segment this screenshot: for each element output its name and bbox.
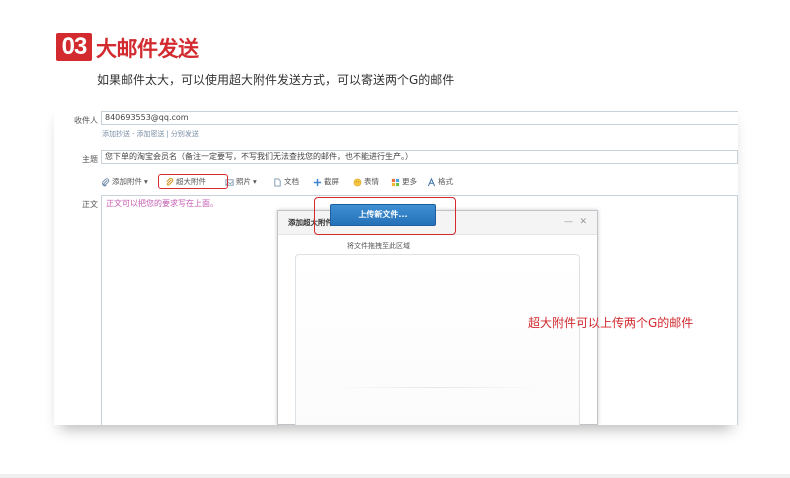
more-grid-icon	[391, 178, 400, 186]
step-number-badge: 03	[56, 33, 92, 61]
document-button[interactable]: 文档	[273, 175, 299, 189]
step-subtitle: 如果邮件太大，可以使用超大附件发送方式，可以寄送两个G的邮件	[97, 73, 455, 87]
upload-new-file-button[interactable]: 上传新文件...	[330, 204, 436, 226]
annotation-note: 超大附件可以上传两个G的邮件	[528, 316, 694, 330]
add-cc-link[interactable]: 添加抄送	[102, 130, 130, 138]
minimize-icon[interactable]: —	[564, 217, 573, 227]
attach-dropdown-caret[interactable]: ▾	[144, 175, 148, 189]
recipient-links: 添加抄送 - 添加密送 | 分别发送	[102, 130, 201, 139]
recipient-input[interactable]: 840693553@qq.com	[101, 111, 738, 125]
drop-hint-text: 将文件拖拽至此区域	[347, 242, 410, 250]
step-title: 大邮件发送	[96, 37, 199, 61]
photo-button[interactable]: 照片 ▾	[225, 175, 257, 189]
link-separator: -	[132, 130, 135, 138]
subject-input[interactable]: 您下单的淘宝会员名（备注一定要写，不写我们无法查找您的邮件，也不能进行生产。）	[101, 150, 738, 164]
document-icon	[274, 177, 281, 187]
attach-button[interactable]: 添加附件 ▾	[101, 175, 148, 189]
recipient-label: 收件人	[74, 116, 98, 125]
screenshot-button[interactable]: 截屏	[313, 175, 339, 189]
subject-label: 主题	[82, 155, 98, 164]
emoji-button[interactable]: 表情	[353, 175, 379, 189]
format-button[interactable]: 格式	[427, 175, 453, 189]
emoji-icon	[353, 178, 362, 186]
format-text-icon	[427, 177, 436, 186]
body-text: 正文可以把您的要求写在上面。	[106, 199, 218, 208]
body-label: 正文	[82, 200, 98, 209]
email-compose-screenshot: 收件人 840693553@qq.com 添加抄送 - 添加密送 | 分别发送 主题 您…	[54, 103, 738, 425]
screenshot-icon	[313, 178, 322, 186]
separate-send-link[interactable]: 分别发送	[171, 130, 199, 138]
bottom-divider	[0, 474, 790, 478]
dropzone-divider	[336, 387, 539, 388]
big-attachment-highlight	[158, 174, 228, 189]
more-button[interactable]: 更多	[391, 175, 417, 189]
file-drop-zone[interactable]	[295, 254, 580, 425]
add-bcc-link[interactable]: 添加密送	[137, 130, 165, 138]
close-icon[interactable]: ✕	[579, 217, 587, 227]
paperclip-icon	[102, 177, 110, 186]
photo-dropdown-caret[interactable]: ▾	[253, 175, 257, 189]
link-separator: |	[166, 130, 169, 138]
